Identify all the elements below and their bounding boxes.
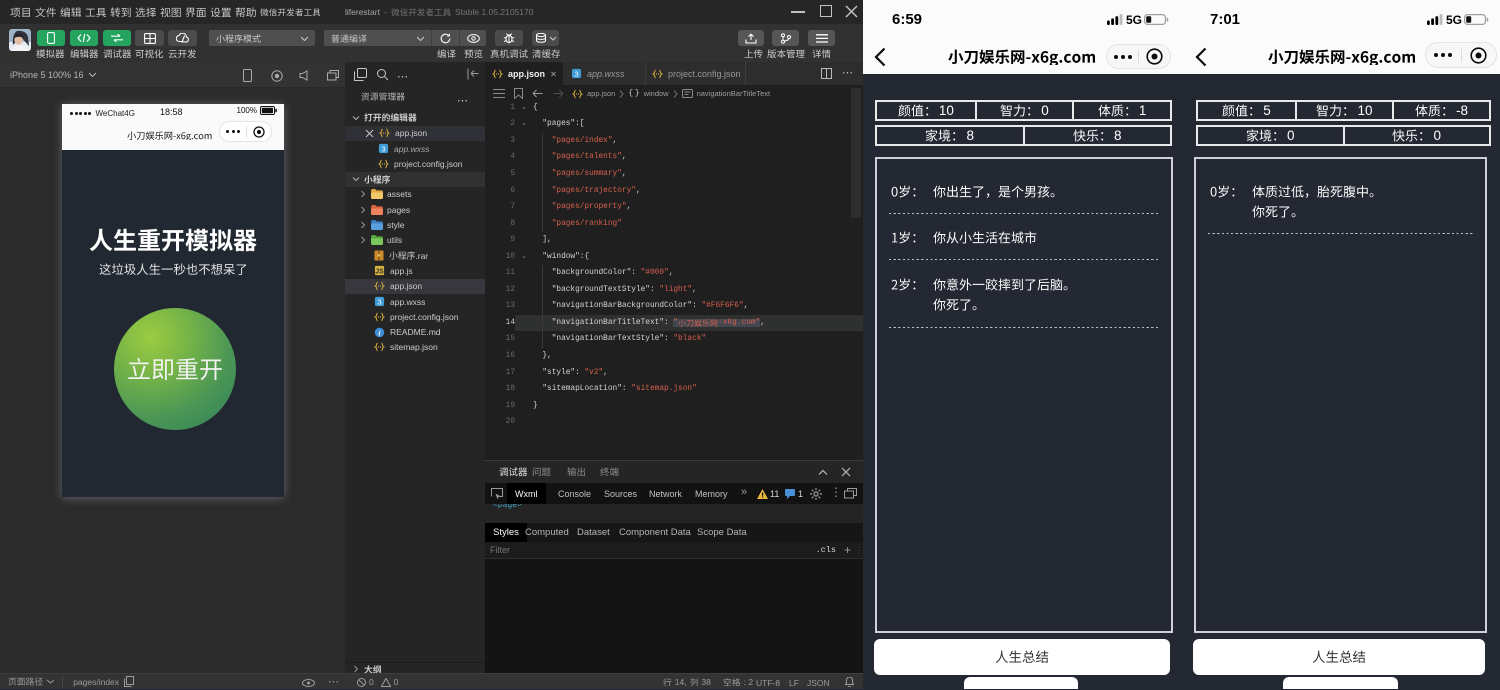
svg-text:JS: JS [375,269,384,276]
svg-text:3: 3 [381,144,385,153]
svg-text:3: 3 [574,69,578,78]
svg-text:3: 3 [377,297,381,306]
